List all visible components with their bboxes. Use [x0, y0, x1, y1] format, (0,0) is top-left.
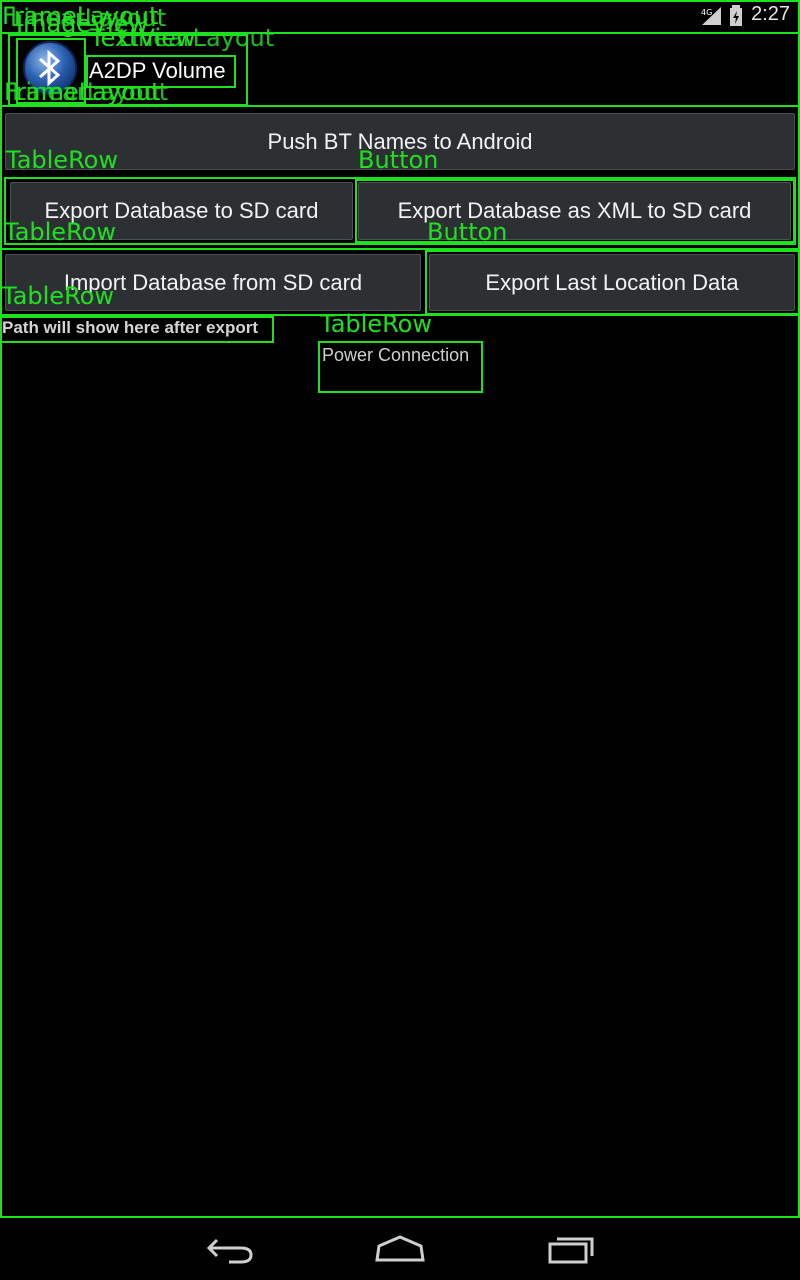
push-bt-names-button[interactable]: Push BT Names to Android: [5, 113, 795, 170]
bluetooth-icon: [23, 41, 77, 95]
power-connection-text: Power Connection: [322, 345, 470, 365]
export-last-location-outline: [425, 250, 800, 315]
path-hint-text: Path will show here after export: [2, 318, 259, 337]
export-db-xml-outline: [355, 179, 795, 243]
export-db-sd-button[interactable]: Export Database to SD card: [10, 182, 353, 240]
recent-apps-icon[interactable]: [547, 1234, 597, 1264]
home-icon[interactable]: [374, 1234, 426, 1264]
import-db-sd-button[interactable]: Import Database from SD card: [5, 254, 421, 311]
app-title: A2DP Volume: [89, 58, 226, 83]
navigation-bar: [0, 1218, 800, 1280]
back-icon[interactable]: [205, 1234, 255, 1264]
